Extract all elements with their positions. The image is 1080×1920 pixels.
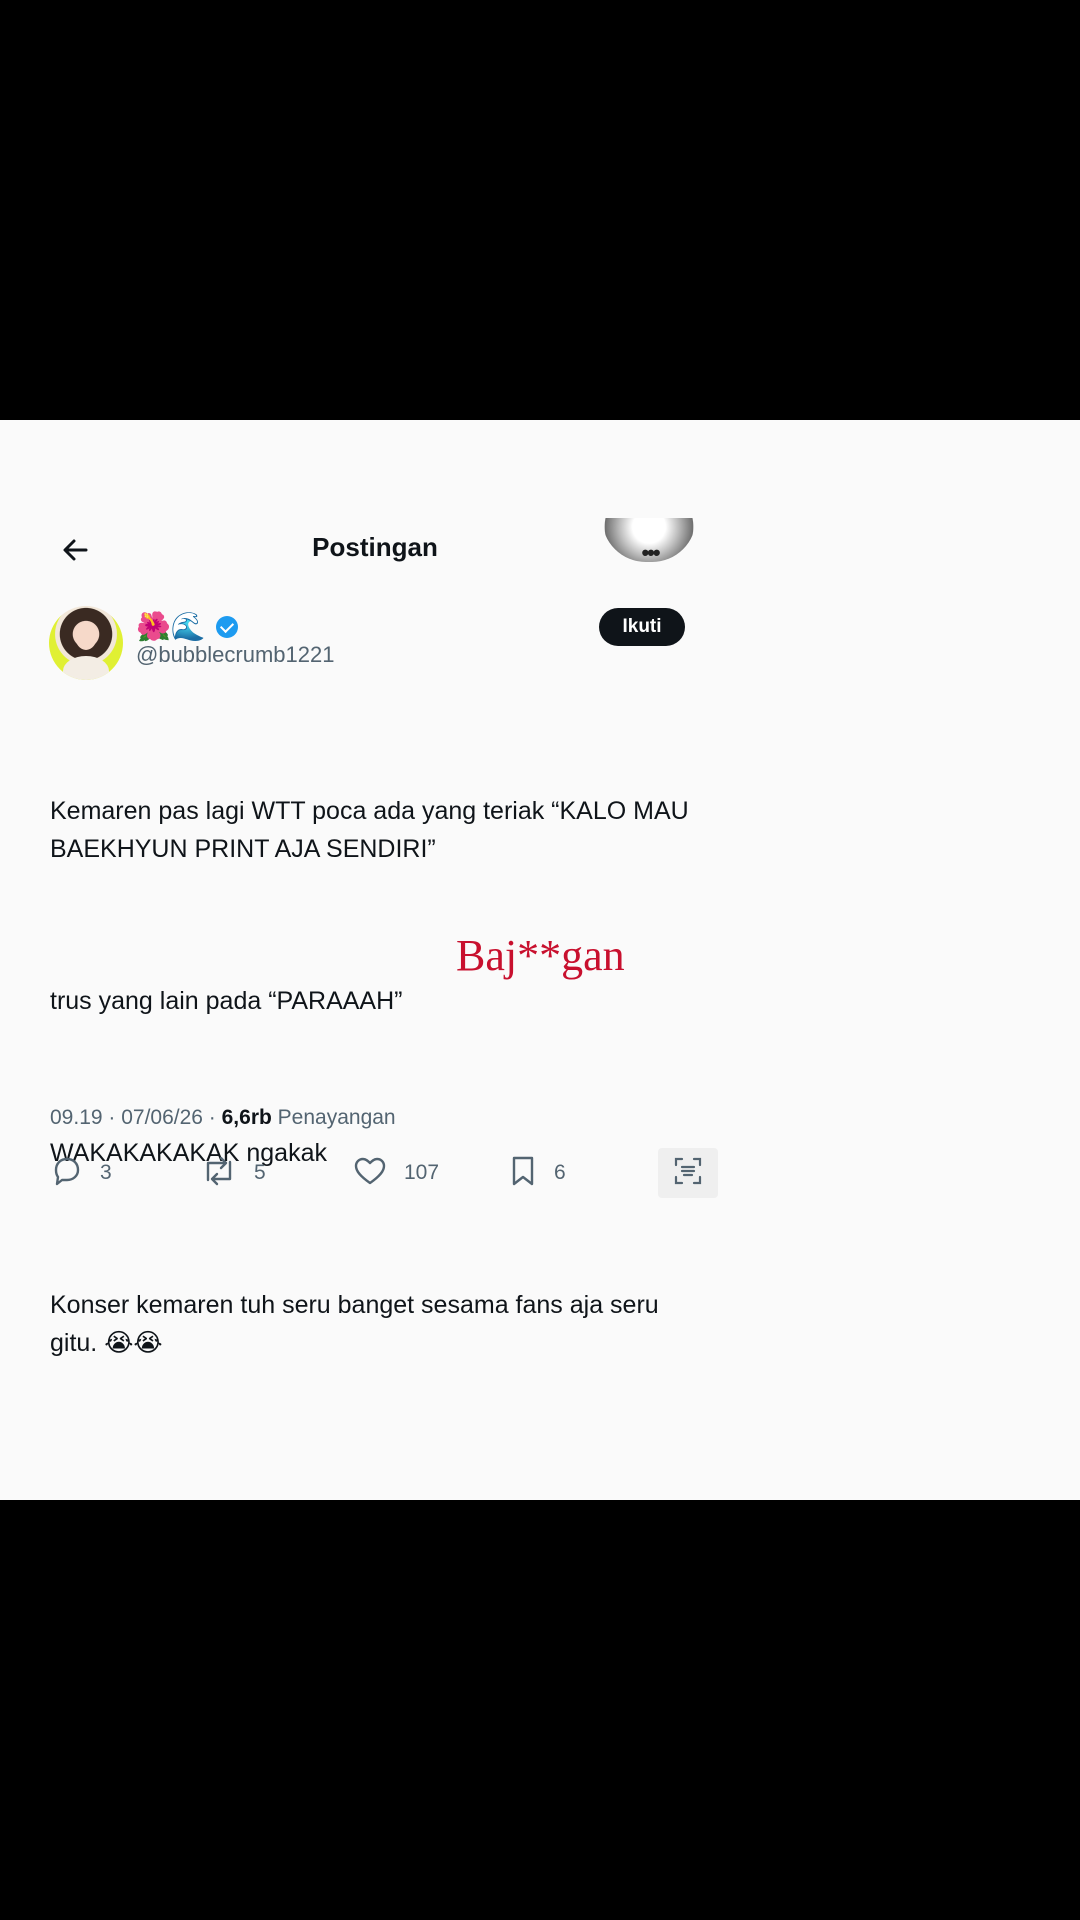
bookmark-count: 6 — [554, 1161, 566, 1184]
top-bar: Postingan ••• — [0, 518, 700, 580]
user-handle[interactable]: @bubblecrumb1221 — [136, 642, 334, 668]
tweet-paragraph: Konser kemaren tuh seru banget sesama fa… — [50, 1291, 666, 1357]
like-count: 107 — [404, 1161, 440, 1184]
avatar-face — [75, 622, 97, 650]
like-button[interactable]: 107 — [352, 1148, 439, 1198]
reply-icon — [50, 1154, 84, 1193]
views-count: 6,6rb — [221, 1106, 272, 1129]
repost-count: 5 — [254, 1161, 266, 1184]
follow-button[interactable]: Ikuti — [599, 608, 685, 646]
post-panel: Postingan ••• 🌺🌊 @bubblecrumb1221 Ikuti … — [0, 420, 1080, 1500]
bookmark-button[interactable]: 6 — [508, 1148, 566, 1198]
action-bar: 3 5 107 6 — [50, 1148, 718, 1198]
share-scan-icon — [672, 1155, 704, 1192]
avatar[interactable] — [49, 606, 123, 680]
tweet-paragraph: Kemaren pas lagi WTT poca ada yang teria… — [50, 797, 696, 863]
avatar-body — [63, 656, 109, 680]
tweet-text: Kemaren pas lagi WTT poca ada yang teria… — [50, 716, 700, 1476]
more-dots-icon: ••• — [641, 540, 660, 565]
reply-count: 3 — [100, 1161, 112, 1184]
tweet-paragraph: trus yang lain pada “PARAAAH” — [50, 987, 403, 1015]
display-name[interactable]: 🌺🌊 — [136, 610, 238, 644]
bookmark-icon — [508, 1154, 538, 1193]
reply-button[interactable]: 3 — [50, 1148, 112, 1198]
tweet-meta: 09.19 · 07/06/26 · 6,6rb Penayangan — [50, 1106, 396, 1130]
views-label: Penayangan — [271, 1106, 396, 1129]
overlay-caption: Baj**gan — [456, 931, 625, 980]
verified-badge-icon — [215, 615, 238, 638]
timestamp: 09.19 · 07/06/26 · — [50, 1106, 222, 1129]
repost-icon — [200, 1154, 238, 1193]
repost-button[interactable]: 5 — [200, 1148, 266, 1198]
display-name-emojis: 🌺🌊 — [136, 611, 206, 642]
share-button[interactable] — [658, 1148, 718, 1198]
heart-icon — [352, 1154, 388, 1193]
